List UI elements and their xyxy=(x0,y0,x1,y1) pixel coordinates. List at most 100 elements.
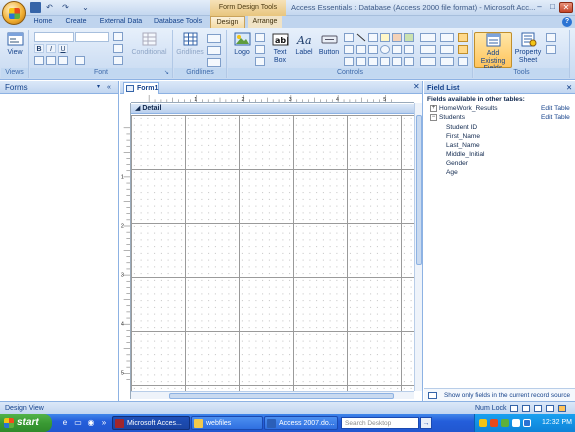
taskbar-button-access[interactable]: Microsoft Acces... xyxy=(112,416,190,430)
rectangle-icon[interactable] xyxy=(368,33,378,42)
combo-box-icon[interactable] xyxy=(356,45,366,54)
form-view-icon[interactable] xyxy=(510,405,518,412)
logo-button[interactable]: Logo xyxy=(231,32,253,68)
view-code-icon[interactable] xyxy=(546,33,556,42)
edit-table-link[interactable]: Edit Table xyxy=(541,113,570,122)
taskbar-button-word-doc[interactable]: Access 2007.do... xyxy=(264,416,338,430)
tab-create[interactable]: Create xyxy=(64,16,88,28)
tray-icon-4[interactable] xyxy=(512,419,520,427)
quick-launch-desktop-icon[interactable]: ▭ xyxy=(73,418,83,428)
horizontal-scroll-thumb[interactable] xyxy=(169,393,394,399)
quick-launch-more-icon[interactable]: » xyxy=(99,418,109,428)
chart-icon[interactable] xyxy=(404,33,414,42)
align-center-icon[interactable] xyxy=(46,56,56,65)
tray-icon-3[interactable] xyxy=(501,419,509,427)
text-box-button[interactable]: ab| Text Box xyxy=(268,32,292,68)
customize-qat-button[interactable]: ⌄ xyxy=(80,2,91,13)
label-button[interactable]: Aa Label xyxy=(293,32,315,68)
check-box-icon[interactable] xyxy=(368,45,378,54)
vertical-scroll-thumb[interactable] xyxy=(416,115,422,265)
taskbar-button-webfiles[interactable]: webfiles xyxy=(191,416,263,430)
line-icon[interactable] xyxy=(356,33,366,42)
subform-icon[interactable] xyxy=(404,45,414,54)
font-name-combo[interactable] xyxy=(34,32,74,42)
unbound-object-frame-icon[interactable] xyxy=(368,57,378,66)
datasheet-view-icon[interactable] xyxy=(522,405,530,412)
bold-button[interactable]: B xyxy=(34,44,44,53)
set-control-defaults-icon[interactable] xyxy=(440,45,454,54)
italic-button[interactable]: I xyxy=(46,44,56,53)
quick-launch-ie-icon[interactable]: e xyxy=(60,418,70,428)
gridlines-button[interactable]: Gridlines xyxy=(175,32,205,68)
line-width-icon[interactable] xyxy=(207,34,221,43)
start-button[interactable]: start xyxy=(0,414,52,432)
bound-object-frame-icon[interactable] xyxy=(380,33,390,42)
image-icon[interactable] xyxy=(392,33,402,42)
save-icon[interactable] xyxy=(30,2,41,13)
field-item[interactable]: Middle_Initial xyxy=(446,150,546,159)
line-type-icon[interactable] xyxy=(420,45,436,54)
table-row-students[interactable]: − Students Edit Table xyxy=(424,113,575,122)
layout-view-icon[interactable] xyxy=(546,405,554,412)
edit-table-link[interactable]: Edit Table xyxy=(541,104,570,113)
special-effect-icon[interactable] xyxy=(440,33,454,42)
quick-launch-media-icon[interactable]: ◉ xyxy=(86,418,96,428)
close-window-button[interactable]: ✕ xyxy=(559,2,573,13)
table-row-homework-results[interactable]: + HomeWork_Results Edit Table xyxy=(424,104,575,113)
close-document-button[interactable]: ✕ xyxy=(413,82,420,91)
tray-icon-5[interactable] xyxy=(523,419,531,427)
control-wizards-icon[interactable] xyxy=(440,57,454,66)
align-left-icon[interactable] xyxy=(34,56,44,65)
line-color-icon[interactable] xyxy=(207,58,221,67)
search-go-button[interactable]: → xyxy=(420,417,432,429)
page-numbers-icon[interactable] xyxy=(255,45,265,54)
nav-pane-dropdown-icon[interactable]: ▾ xyxy=(97,81,100,94)
property-sheet-button[interactable]: Property Sheet xyxy=(514,32,542,68)
nav-pane-shutter-icon[interactable]: « xyxy=(107,81,111,94)
office-button[interactable] xyxy=(2,1,26,25)
field-item[interactable]: Gender xyxy=(446,159,546,168)
detail-section-bar[interactable]: ◢ Detail xyxy=(131,104,414,114)
close-field-list-icon[interactable]: ✕ xyxy=(566,81,572,94)
gridline-color-icon[interactable] xyxy=(113,56,123,65)
hyperlink-icon[interactable] xyxy=(392,57,402,66)
font-size-combo[interactable] xyxy=(75,32,109,42)
help-icon[interactable]: ? xyxy=(562,17,572,27)
field-item[interactable]: Student ID xyxy=(446,123,546,132)
nav-pane-header[interactable]: Forms ▾ « xyxy=(0,81,118,94)
use-control-wizards-icon[interactable] xyxy=(458,45,468,54)
option-group-icon[interactable] xyxy=(344,57,354,66)
title-icon[interactable] xyxy=(255,33,265,42)
conditional-button[interactable]: Conditional xyxy=(128,32,170,68)
minimize-button[interactable]: – xyxy=(533,2,546,13)
field-item[interactable]: Age xyxy=(446,168,546,177)
add-existing-fields-button[interactable]: Add Existing Fields xyxy=(474,32,512,72)
line-thickness-icon[interactable] xyxy=(420,33,436,42)
design-grid[interactable] xyxy=(131,115,414,391)
date-time-icon[interactable] xyxy=(255,57,265,66)
line-color-controls-icon[interactable] xyxy=(420,57,436,66)
tab-database-tools[interactable]: Database Tools xyxy=(153,16,203,28)
font-color-icon[interactable] xyxy=(113,32,123,41)
tab-external-data[interactable]: External Data xyxy=(98,16,144,28)
tray-icon-1[interactable] xyxy=(479,419,487,427)
tab-home[interactable]: Home xyxy=(30,16,56,28)
tab-arrange[interactable]: Arrange xyxy=(248,16,282,28)
button-button[interactable]: Button xyxy=(316,32,342,68)
option-button-icon[interactable] xyxy=(380,45,390,54)
show-current-source-link[interactable]: Show only fields in the current record s… xyxy=(424,388,575,401)
tab-control-icon[interactable] xyxy=(344,33,354,42)
view-button[interactable]: View xyxy=(2,32,28,68)
undo-button[interactable]: ↶ xyxy=(44,2,55,13)
redo-button[interactable]: ↷ xyxy=(60,2,71,13)
select-icon[interactable] xyxy=(458,33,468,42)
activex-icon[interactable] xyxy=(404,57,414,66)
list-box-icon[interactable] xyxy=(344,45,354,54)
design-view-icon[interactable] xyxy=(558,405,566,412)
document-tab-form1[interactable]: Form1 xyxy=(123,82,159,94)
convert-macros-icon[interactable] xyxy=(546,45,556,54)
field-item[interactable]: First_Name xyxy=(446,132,546,141)
pivottable-view-icon[interactable] xyxy=(534,405,542,412)
insert-activex-icon[interactable] xyxy=(458,57,468,66)
toggle-button-icon[interactable] xyxy=(392,45,402,54)
